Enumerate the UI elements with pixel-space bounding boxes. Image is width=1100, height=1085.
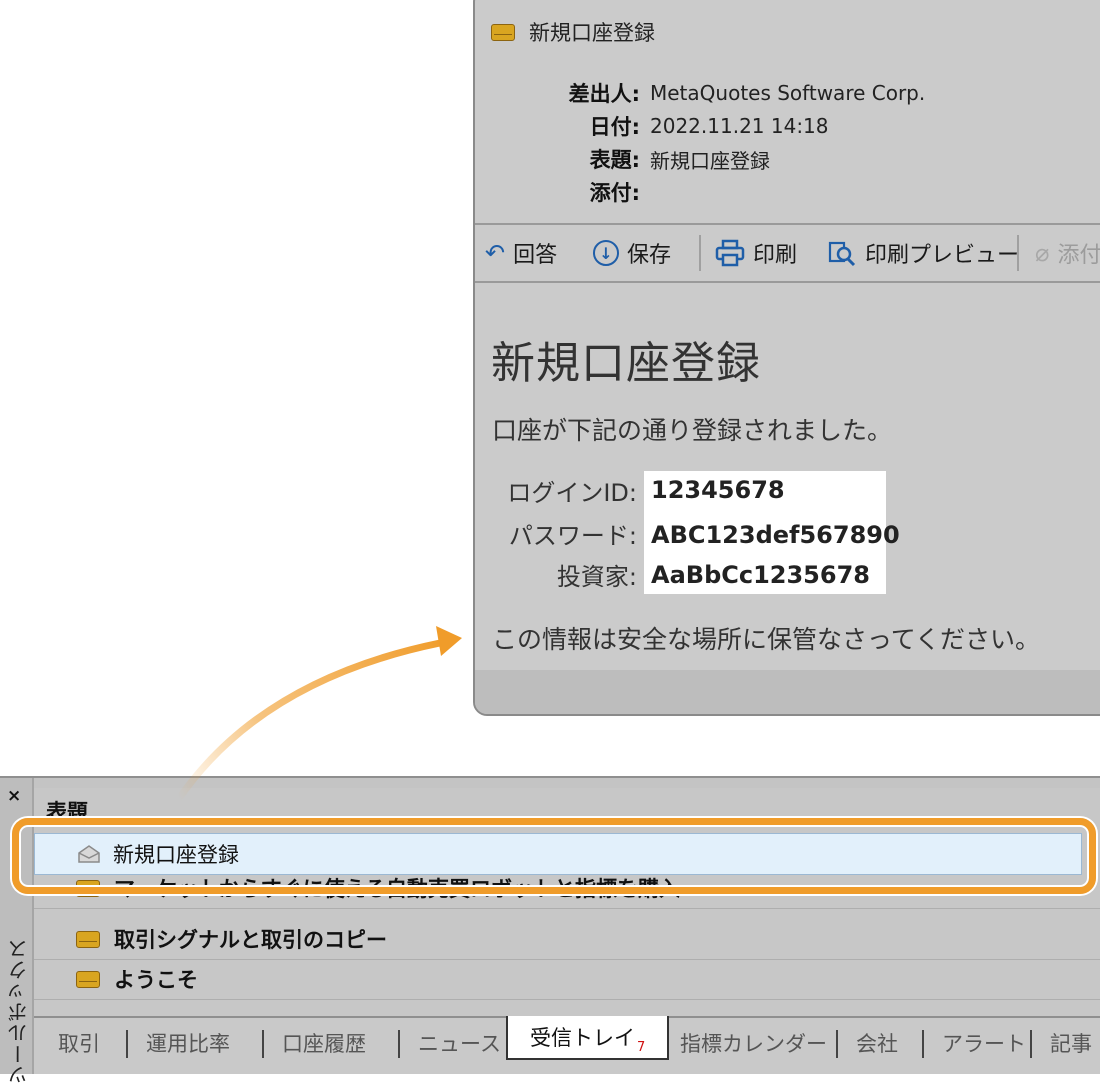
list-item-subject: ようこそ — [114, 968, 198, 992]
investor-label: 投資家: — [556, 563, 637, 591]
tab-inbox[interactable]: 受信トレイ 7 — [506, 1016, 670, 1060]
tab-articles[interactable]: 記事 — [1050, 1018, 1092, 1068]
password-label: パスワード: — [508, 522, 637, 550]
sender-row: 差出人: MetaQuotes Software Corp. — [475, 78, 926, 108]
paperclip-icon: ⌀ — [1035, 239, 1050, 267]
password-value: ABC123def567890 — [651, 521, 900, 549]
list-item[interactable]: ようこそ — [34, 959, 1100, 1000]
tab-separator — [126, 1030, 128, 1058]
tab-inbox-label: 受信トレイ — [530, 1026, 635, 1050]
message-footer-note: この情報は安全な場所に保管なさってください。 — [492, 625, 1041, 654]
message-bottom-band — [475, 670, 1100, 714]
inbox-count-badge: 7 — [637, 1039, 646, 1055]
tab-exposure[interactable]: 運用比率 — [146, 1018, 230, 1068]
reply-label: 回答 — [513, 243, 558, 268]
message-toolbar: ↶ 回答 ↓ 保存 印刷 印刷プレビュー ⌀ 添付 — [475, 225, 1100, 281]
printer-icon — [715, 239, 745, 267]
tab-trade[interactable]: 取引 — [58, 1018, 100, 1068]
date-value: 2022.11.21 14:18 — [650, 114, 829, 138]
reply-icon: ↶ — [485, 239, 506, 267]
tab-separator — [922, 1030, 924, 1058]
highlight-frame — [12, 818, 1096, 894]
sender-value: MetaQuotes Software Corp. — [650, 81, 926, 105]
tab-separator — [1030, 1030, 1032, 1058]
list-item-subject: 取引シグナルと取引のコピー — [114, 928, 387, 952]
toolbox-side-label: ツールボックス — [7, 938, 31, 1085]
save-label: 保存 — [627, 243, 672, 268]
attach-button-label: 添付 — [1057, 243, 1100, 268]
print-label: 印刷 — [753, 243, 798, 268]
message-body-title: 新規口座登録 — [491, 338, 761, 389]
toolbar-separator — [699, 235, 701, 271]
magnifier-icon — [828, 241, 856, 267]
sender-label: 差出人: — [568, 82, 640, 106]
list-item[interactable]: 取引シグナルと取引のコピー — [34, 919, 1100, 960]
login-label: ログインID: — [507, 479, 637, 507]
close-icon[interactable]: × — [7, 786, 21, 806]
date-label: 日付: — [589, 115, 640, 139]
message-body: 新規口座登録 口座が下記の通り登録されました。 ログインID: 12345678… — [475, 283, 1100, 670]
window-title-text: 新規口座登録 — [529, 21, 655, 45]
tab-separator — [398, 1030, 400, 1058]
print-button[interactable]: 印刷 — [715, 225, 797, 281]
tab-history[interactable]: 口座履歴 — [282, 1018, 366, 1068]
tab-calendar[interactable]: 指標カレンダー — [680, 1018, 827, 1068]
print-preview-label: 印刷プレビュー — [865, 243, 1020, 268]
subject-row: 表題: 新規口座登録 — [475, 144, 770, 174]
toolbar-separator — [1017, 235, 1019, 271]
envelope-icon — [76, 970, 100, 988]
save-button[interactable]: ↓ 保存 — [593, 225, 671, 281]
tab-alerts[interactable]: アラート — [942, 1018, 1026, 1068]
subject-value: 新規口座登録 — [650, 148, 770, 173]
download-icon: ↓ — [593, 240, 619, 266]
tab-company[interactable]: 会社 — [856, 1018, 898, 1068]
tab-news[interactable]: ニュース — [418, 1018, 501, 1068]
tab-separator — [836, 1030, 838, 1058]
attach-label: 添付: — [589, 181, 640, 205]
print-preview-button[interactable]: 印刷プレビュー — [827, 225, 1019, 281]
login-value: 12345678 — [651, 476, 785, 504]
subject-label: 表題: — [589, 148, 640, 172]
date-row: 日付: 2022.11.21 14:18 — [475, 111, 829, 141]
attach-button[interactable]: ⌀ 添付 — [1035, 225, 1100, 281]
toolbox-tabs: 取引 運用比率 口座履歴 ニュース 受信トレイ 7 指標カレンダー 会社 アラー… — [34, 1016, 1100, 1074]
envelope-icon — [491, 23, 515, 41]
envelope-icon — [76, 930, 100, 948]
message-window-title: 新規口座登録 — [491, 16, 655, 48]
attach-row: 添付: — [475, 177, 640, 207]
tab-separator — [262, 1030, 264, 1058]
message-window: 新規口座登録 差出人: MetaQuotes Software Corp. 日付… — [473, 0, 1100, 716]
message-intro: 口座が下記の通り登録されました。 — [492, 416, 893, 445]
reply-button[interactable]: ↶ 回答 — [485, 225, 557, 281]
investor-value: AaBbCc1235678 — [651, 561, 870, 589]
